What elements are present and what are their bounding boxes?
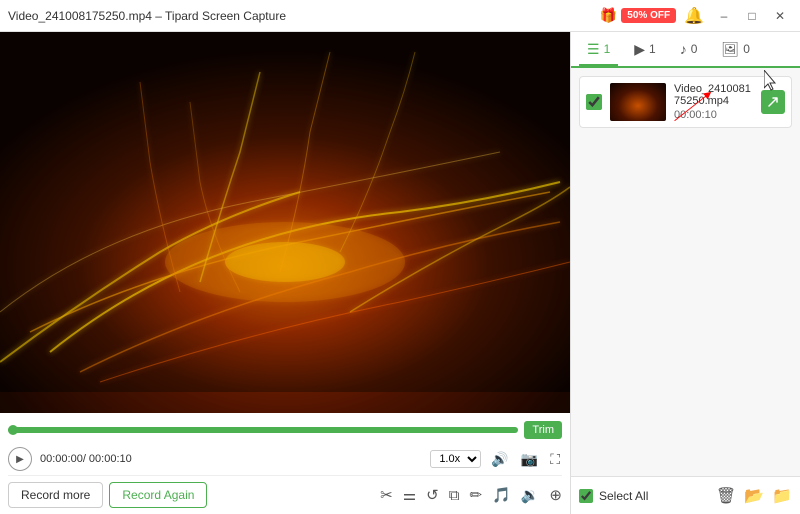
refresh-icon[interactable]: ↺ [426,486,439,504]
recording-item: Video_241008175250.mp4 00:00:10 [579,76,792,128]
folder-open-icon[interactable]: 📂 [744,486,764,506]
record-again-button[interactable]: Record Again [109,482,207,508]
play-icon: ▶ [634,41,645,58]
music-icon: ♪ [680,41,687,57]
cut-icon[interactable]: ✂ [380,486,393,504]
item-export-button[interactable] [761,90,785,114]
time-display: 00:00:00/ 00:00:10 [40,453,132,465]
audio-up-icon[interactable]: 🔉 [521,486,540,504]
select-all-checkbox[interactable] [579,489,593,503]
title-bar: Video_241008175250.mp4 – Tipard Screen C… [0,0,800,32]
playback-controls: ▶ 00:00:00/ 00:00:10 1.0x 0.5x 1.5x 2.0x… [8,443,562,475]
image-icon: 🖼 [721,41,739,58]
trim-button[interactable]: Trim [524,421,562,439]
tab-video-count: 1 [604,42,611,56]
folder-icon[interactable]: 📁 [772,486,792,506]
select-all-label: Select All [599,489,648,503]
delete-icon[interactable]: 🗑 [716,486,736,506]
main-layout: Trim ▶ 00:00:00/ 00:00:10 1.0x 0.5x 1.5x… [0,32,800,514]
video-canvas [0,32,570,413]
tab-image[interactable]: 🖼 0 [713,35,757,66]
copy-icon[interactable]: ⧉ [449,487,460,504]
item-thumbnail [610,83,666,121]
right-panel: ☰ 1 ▶ 1 ♪ 0 🖼 0 [570,32,800,514]
video-controls: Trim ▶ 00:00:00/ 00:00:10 1.0x 0.5x 1.5x… [0,413,570,514]
tab-play[interactable]: ▶ 1 [626,35,663,66]
progress-track[interactable] [8,427,518,433]
tab-video[interactable]: ☰ 1 [579,35,618,66]
left-panel: Trim ▶ 00:00:00/ 00:00:10 1.0x 0.5x 1.5x… [0,32,570,514]
recording-list: Video_241008175250.mp4 00:00:10 [571,68,800,476]
gift-icon: 🎁 [600,7,617,24]
maximize-button[interactable]: □ [740,6,764,26]
edit-icon[interactable]: ✏ [469,486,482,504]
volume-icon[interactable]: 🔊 [489,449,510,470]
audio-icon[interactable]: 🎵 [492,486,511,504]
fullscreen-icon[interactable]: ⛶ [548,449,562,470]
video-visual [0,32,570,392]
close-button[interactable]: ✕ [768,6,792,26]
window-controls: 🎁 50% OFF 🔔 – □ ✕ [600,6,792,26]
bell-icon: 🔔 [684,6,704,26]
app-title: Video_241008175250.mp4 – Tipard Screen C… [8,9,286,23]
tab-image-count: 0 [743,42,750,56]
item-checkbox[interactable] [586,94,602,110]
thumb-canvas [610,83,666,121]
speed-select[interactable]: 1.0x 0.5x 1.5x 2.0x [430,450,481,468]
tab-play-count: 1 [649,42,656,56]
item-duration: 00:00:10 [674,109,753,121]
camera-icon[interactable]: 📷 [519,449,540,470]
progress-fill [8,427,518,433]
video-area [0,32,570,413]
item-name: Video_241008175250.mp4 [674,83,753,107]
minimize-button[interactable]: – [712,6,736,26]
bottom-icons: ✂ ⚌ ↺ ⧉ ✏ 🎵 🔉 ⊕ [380,486,562,504]
play-button[interactable]: ▶ [8,447,32,471]
item-info: Video_241008175250.mp4 00:00:10 [674,83,753,121]
action-row: Record more Record Again ✂ ⚌ ↺ ⧉ ✏ 🎵 🔉 ⊕ [8,475,562,514]
progress-thumb [8,425,18,435]
tab-audio[interactable]: ♪ 0 [672,35,706,65]
more-icon[interactable]: ⊕ [549,486,562,504]
right-bottom-bar: Select All 🗑 📂 📁 [571,476,800,514]
progress-bar-container: Trim [8,417,562,443]
tab-audio-count: 0 [691,42,698,56]
promo-badge[interactable]: 50% OFF [621,8,676,23]
list-icon: ☰ [587,41,600,58]
tab-bar: ☰ 1 ▶ 1 ♪ 0 🖼 0 [571,32,800,68]
right-toolbar-icons: 🗑 📂 📁 [716,486,792,506]
record-more-button[interactable]: Record more [8,482,103,508]
export-icon [767,96,779,108]
tune-icon[interactable]: ⚌ [403,486,416,504]
